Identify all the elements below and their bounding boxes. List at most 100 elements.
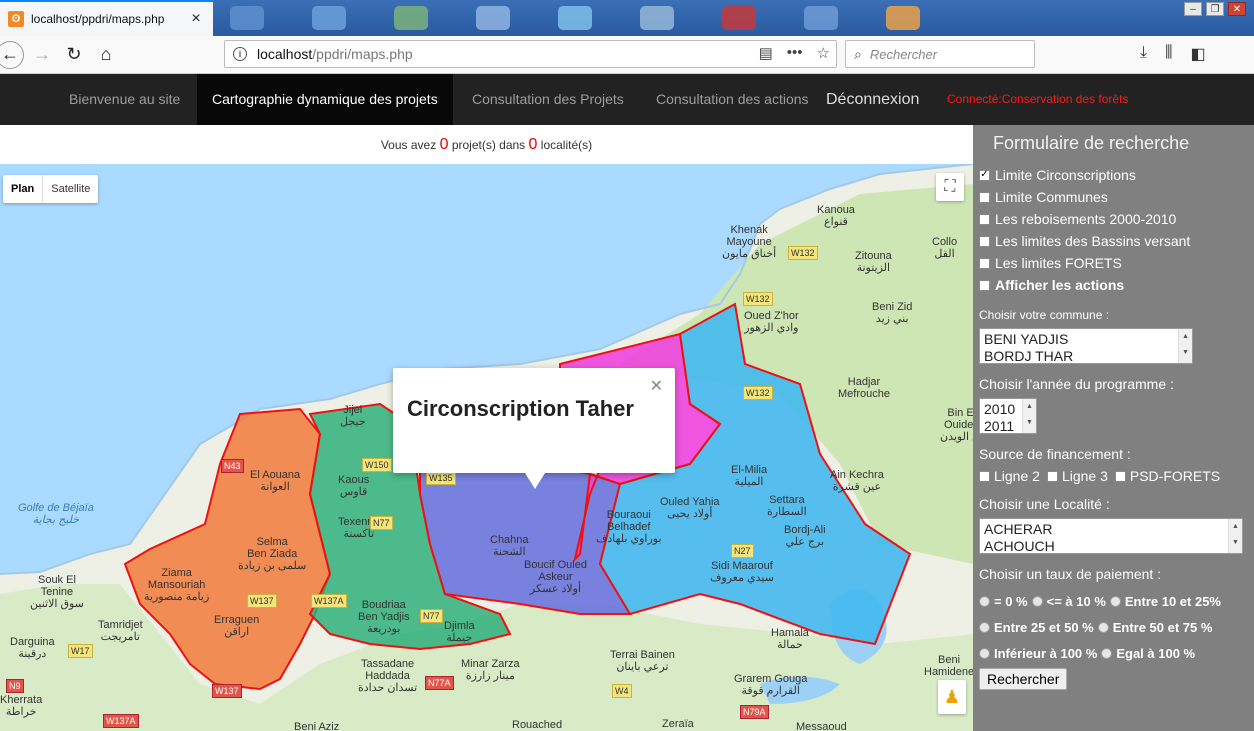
map-label: El Aouana العوانة [250, 469, 301, 493]
map-label: Djimla جيملة [444, 620, 475, 644]
road-label: N43 [221, 459, 244, 473]
checkbox[interactable] [979, 235, 990, 247]
checkbox[interactable] [1114, 470, 1126, 482]
xampp-icon: ʘ [8, 11, 24, 27]
radio[interactable] [979, 621, 990, 633]
window-controls: – ❐ ✕ [1184, 2, 1246, 16]
map-label: Erraguen اراقن [214, 614, 260, 638]
radio[interactable] [1109, 595, 1121, 607]
annee-select[interactable]: 2010 2011 ▲ ▼ [979, 398, 1037, 434]
map-label: Settara السطارة [767, 494, 807, 518]
scrollbar[interactable]: ▲ ▼ [1228, 519, 1242, 553]
road-label: N79A [740, 705, 769, 719]
road-label: N9 [6, 679, 24, 693]
checkbox[interactable] [1046, 470, 1058, 482]
map-label: Ouled Yahia أولاد يحيى [660, 496, 720, 520]
form-title: Formulaire de recherche [993, 133, 1190, 153]
radio[interactable] [979, 595, 990, 607]
checkbox[interactable] [979, 213, 990, 225]
maximize-icon[interactable]: ❐ [1206, 2, 1224, 16]
nav-cartographie[interactable]: Cartographie dynamique des projets [197, 74, 453, 125]
financement-options: Ligne 2 Ligne 3 PSD-FORETS [979, 468, 1254, 484]
map-label: Kherrata خراطة [0, 694, 43, 718]
road-label: W132 [743, 386, 773, 400]
page-actions-icon[interactable]: ••• [787, 44, 803, 62]
annee-label: Choisir l'année du programme : [979, 376, 1174, 392]
scrollbar[interactable]: ▲ ▼ [1178, 329, 1192, 363]
checkbox[interactable] [979, 257, 990, 269]
map-label: Darguina درقينة [10, 636, 55, 660]
layer-checkbox[interactable]: Limite Communes [979, 186, 1254, 208]
map-label: Messaoud [796, 721, 847, 731]
radio[interactable] [979, 647, 990, 659]
map-label: Minar Zarza مينار زارزة [461, 658, 520, 682]
checkbox[interactable] [979, 279, 990, 291]
info-icon[interactable]: i [233, 47, 247, 61]
road-label: N77 [420, 609, 443, 623]
url-bar[interactable]: i localhost/ppdri/maps.php ▤ ••• ☆ [224, 40, 837, 68]
layer-checkbox[interactable]: Les limites FORETS [979, 252, 1254, 274]
map-label: Hamala حمالة [771, 627, 809, 651]
bookmark-star-icon[interactable]: ☆ [817, 44, 830, 62]
commune-select[interactable]: BENI YADJIS BORDJ THAR ▲ ▼ [979, 328, 1193, 364]
layer-checkbox[interactable]: ✓ Limite Circonscriptions [979, 164, 1254, 186]
sidebar-icon[interactable]: ◧ [1190, 44, 1205, 64]
actions-checkbox[interactable]: Afficher les actions [979, 274, 1254, 296]
localite-select[interactable]: ACHERAR ACHOUCH ▲ ▼ [979, 518, 1243, 554]
layer-checkbox[interactable]: Les limites des Bassins versant [979, 230, 1254, 252]
road-label: W137 [212, 684, 242, 698]
scrollbar[interactable]: ▲ ▼ [1022, 399, 1036, 433]
layer-checkbox[interactable]: Les reboisements 2000-2010 [979, 208, 1254, 230]
road-label: N27 [731, 544, 754, 558]
road-label: W137A [103, 714, 139, 728]
checkbox[interactable] [979, 191, 990, 203]
minimize-icon[interactable]: – [1184, 2, 1202, 16]
nav-deconnexion[interactable]: Déconnexion [811, 74, 934, 125]
nav-bienvenue[interactable]: Bienvenue au site [54, 74, 195, 125]
search-icon: ⌕ [854, 45, 862, 62]
checkbox[interactable] [979, 470, 990, 482]
map-canvas[interactable]: Plan Satellite ⛶ ♟ Golfe de Béjaïa خليج … [0, 164, 973, 731]
search-placeholder: Rechercher [869, 46, 938, 62]
fullscreen-icon[interactable]: ⛶ [936, 173, 964, 201]
browser-tools: ⤓ ⫼ ◧ [1140, 44, 1206, 64]
close-window-icon[interactable]: ✕ [1228, 2, 1246, 16]
connected-status: Connecté:Conservation des forêts [947, 92, 1129, 106]
nav-consultation-projets[interactable]: Consultation des Projets [457, 74, 639, 125]
map-type-satellite[interactable]: Satellite [43, 175, 98, 203]
checkbox-checked[interactable]: ✓ [979, 169, 990, 181]
forward-icon[interactable]: → [28, 41, 56, 69]
rechercher-button[interactable]: Rechercher [979, 668, 1068, 690]
road-label: W137A [311, 594, 347, 608]
road-label: W135 [426, 471, 456, 485]
radio[interactable] [1031, 595, 1043, 607]
close-tab-icon[interactable]: × [187, 10, 205, 28]
radio[interactable] [1097, 621, 1109, 633]
back-icon[interactable]: ← [0, 40, 24, 69]
map-label: Khenak Mayoune أخناق مايون [722, 224, 777, 260]
street-view-pegman-icon[interactable]: ♟ [938, 680, 966, 714]
option[interactable]: ACHERAR [984, 521, 1238, 538]
url-text: localhost/ppdri/maps.php [257, 46, 413, 62]
map-label: Souk El Tenine سوق الاثنين [30, 574, 84, 610]
search-field[interactable]: ⌕ Rechercher [845, 40, 1035, 68]
map-type-plan[interactable]: Plan [3, 175, 44, 203]
option[interactable]: BORDJ THAR [984, 348, 1188, 365]
reload-icon[interactable]: ↻ [60, 41, 88, 69]
browser-toolbar: ← → ↻ ⌂ i localhost/ppdri/maps.php ▤ •••… [0, 36, 1254, 74]
browser-tab[interactable]: ʘ localhost/ppdri/maps.php × [0, 0, 213, 36]
radio[interactable] [1101, 647, 1113, 659]
home-icon[interactable]: ⌂ [92, 41, 120, 69]
map-label: Zitouna الزيتونة [855, 250, 892, 274]
option[interactable]: ACHOUCH [984, 538, 1238, 555]
download-icon[interactable]: ⤓ [1140, 44, 1147, 64]
map-label: Ziama Mansouriah زيامة منصورية [144, 567, 210, 603]
option[interactable]: BENI YADJIS [984, 331, 1188, 348]
map-label: Boucif Ouled Askeur أولاد عسكر [524, 559, 587, 595]
library-icon[interactable]: ⫼ [1165, 44, 1172, 64]
reader-view-icon[interactable]: ▤ [759, 44, 773, 62]
commune-label: Choisir votre commune : [979, 308, 1110, 322]
tab-title: localhost/ppdri/maps.php [31, 12, 165, 26]
close-popup-icon[interactable]: ✕ [650, 376, 663, 396]
nav-consultation-actions[interactable]: Consultation des actions [641, 74, 824, 125]
